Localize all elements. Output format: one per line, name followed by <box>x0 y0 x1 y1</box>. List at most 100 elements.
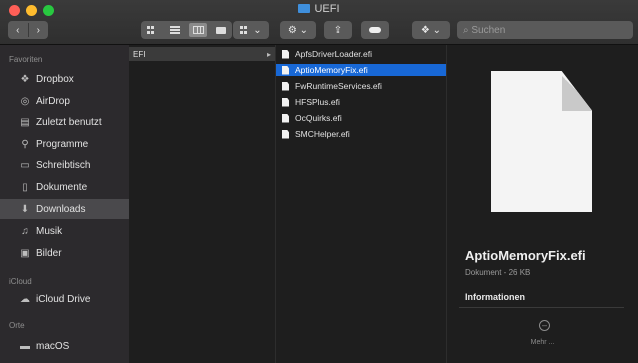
sidebar-item-airdrop[interactable]: ◎ AirDrop <box>0 91 129 111</box>
file-row[interactable]: FwRuntimeServices.efi <box>276 80 446 92</box>
action-button[interactable]: ⚙ ⌄ <box>280 21 316 39</box>
sidebar-item-macos[interactable]: ▬ macOS <box>0 336 129 356</box>
pictures-icon: ▣ <box>20 247 30 259</box>
file-row[interactable]: ApfsDriverLoader.efi <box>276 48 446 60</box>
columns-icon <box>192 26 204 34</box>
sidebar-heading-icloud: iCloud <box>9 277 32 286</box>
grid-icon <box>240 26 251 34</box>
sidebar-item-label: Bilder <box>36 247 62 259</box>
sidebar-item-applications[interactable]: ⚲ Programme <box>0 134 129 154</box>
dropbox-toolbar-button[interactable]: ❖ ⌄ <box>412 21 450 39</box>
document-icon <box>282 97 289 107</box>
more-button[interactable]: Mehr ... <box>447 339 638 346</box>
document-icon <box>282 129 289 139</box>
sidebar-item-label: iCloud Drive <box>36 293 91 305</box>
column-view-button[interactable] <box>189 23 207 37</box>
dropbox-icon: ❖ <box>420 24 430 36</box>
tag-button[interactable] <box>361 21 389 39</box>
column-uefi: ApfsDriverLoader.efi AptioMemoryFix.efi … <box>276 45 447 363</box>
preview-pane: AptioMemoryFix.efi Dokument - 26 KB Info… <box>447 45 638 363</box>
chevron-right-icon: ▸ <box>266 49 271 59</box>
sidebar-item-label: macOS <box>36 340 70 352</box>
file-name: ApfsDriverLoader.efi <box>295 49 373 59</box>
file-name: AptioMemoryFix.efi <box>295 65 368 75</box>
document-icon <box>282 113 289 123</box>
sidebar-item-label: Dokumente <box>36 181 88 193</box>
icon-view-button[interactable] <box>143 23 161 37</box>
sidebar-item-label: Programme <box>36 138 89 150</box>
file-name: FwRuntimeServices.efi <box>295 81 382 91</box>
documents-icon: ▯ <box>22 181 28 193</box>
sidebar-item-pictures[interactable]: ▣ Bilder <box>0 243 129 263</box>
file-row[interactable]: HFSPlus.efi <box>276 96 446 108</box>
list-icon <box>170 26 180 34</box>
preview-file-meta: Dokument - 26 KB <box>465 268 531 277</box>
sidebar-item-recents[interactable]: ▤ Zuletzt benutzt <box>0 112 129 132</box>
document-icon <box>282 65 289 75</box>
back-forward-control: ‹ › <box>8 21 48 39</box>
gallery-icon <box>216 26 226 34</box>
sidebar-item-dropbox[interactable]: ❖ Dropbox <box>0 69 129 89</box>
gallery-view-button[interactable] <box>212 23 230 37</box>
file-name: OcQuirks.efi <box>295 113 342 123</box>
file-row[interactable]: SMCHelper.efi <box>276 128 446 140</box>
sidebar-item-icloud-drive[interactable]: ☁ iCloud Drive <box>0 289 129 309</box>
dropbox-icon: ❖ <box>20 73 30 85</box>
applications-icon: ⚲ <box>21 138 29 150</box>
search-icon: ⌕ <box>463 24 469 36</box>
page-fold <box>562 71 592 111</box>
sidebar-item-documents[interactable]: ▯ Dokumente <box>0 177 129 197</box>
folder-row-efi[interactable]: EFI ▸ <box>129 47 275 61</box>
sidebar-item-label: Dropbox <box>36 73 74 85</box>
grid-icon <box>147 26 157 34</box>
column-efi: EFI ▸ <box>129 45 276 363</box>
folder-name: EFI <box>133 49 146 59</box>
downloads-icon: ⬇ <box>20 203 30 215</box>
sidebar-item-label: Schreibtisch <box>36 159 91 171</box>
recents-icon: ▤ <box>20 116 30 128</box>
sidebar-item-label: AirDrop <box>36 95 70 107</box>
file-row-selected[interactable]: AptioMemoryFix.efi <box>276 64 446 76</box>
list-view-button[interactable] <box>166 23 184 37</box>
forward-button[interactable]: › <box>29 25 49 36</box>
tag-icon <box>369 27 381 33</box>
cloud-icon: ☁ <box>20 293 30 305</box>
finder-window: UEFI ‹ › ⌄ ⚙ ⌄ ⇪ ❖ ⌄ ⌕ Suchen Favoriten … <box>0 0 638 363</box>
file-name: SMCHelper.efi <box>295 129 350 139</box>
sidebar-item-music[interactable]: ♫ Musik <box>0 221 129 241</box>
sidebar-item-desktop[interactable]: ▭ Schreibtisch <box>0 155 129 175</box>
view-mode-control <box>141 21 232 39</box>
gear-icon: ⚙ <box>287 24 297 36</box>
document-icon <box>282 49 289 59</box>
info-heading: Informationen <box>465 292 525 302</box>
search-placeholder: Suchen <box>471 24 506 36</box>
folder-icon <box>298 4 311 13</box>
sidebar-item-label: Zuletzt benutzt <box>36 116 102 128</box>
back-button[interactable]: ‹ <box>8 25 28 36</box>
sidebar-item-label: Musik <box>36 225 63 237</box>
sidebar-heading-places: Orte <box>9 321 25 330</box>
title-bar: UEFI ‹ › ⌄ ⚙ ⌄ ⇪ ❖ ⌄ ⌕ Suchen <box>0 0 638 45</box>
share-icon: ⇪ <box>333 24 343 36</box>
sidebar-item-label: Downloads <box>36 203 86 215</box>
preview-file-name: AptioMemoryFix.efi <box>465 248 586 263</box>
document-icon <box>282 81 289 91</box>
sidebar-heading-favorites: Favoriten <box>9 55 43 64</box>
window-title-text: UEFI <box>314 3 340 15</box>
more-icon[interactable]: – <box>539 320 550 331</box>
sidebar: Favoriten ❖ Dropbox ◎ AirDrop ▤ Zuletzt ben… <box>0 45 129 363</box>
chevron-down-icon: ⌄ <box>432 24 442 36</box>
window-title: UEFI <box>0 3 638 15</box>
music-icon: ♫ <box>21 225 29 237</box>
airdrop-icon: ◎ <box>20 95 30 107</box>
share-button[interactable]: ⇪ <box>324 21 352 39</box>
file-row[interactable]: OcQuirks.efi <box>276 112 446 124</box>
arrange-button[interactable]: ⌄ <box>233 21 269 39</box>
search-field[interactable]: ⌕ Suchen <box>457 21 633 39</box>
chevron-down-icon: ⌄ <box>253 24 262 36</box>
sidebar-item-downloads[interactable]: ⬇ Downloads <box>0 199 129 219</box>
divider <box>459 307 624 308</box>
chevron-down-icon: ⌄ <box>299 24 309 36</box>
file-name: HFSPlus.efi <box>295 97 340 107</box>
disk-icon: ▬ <box>20 340 30 352</box>
